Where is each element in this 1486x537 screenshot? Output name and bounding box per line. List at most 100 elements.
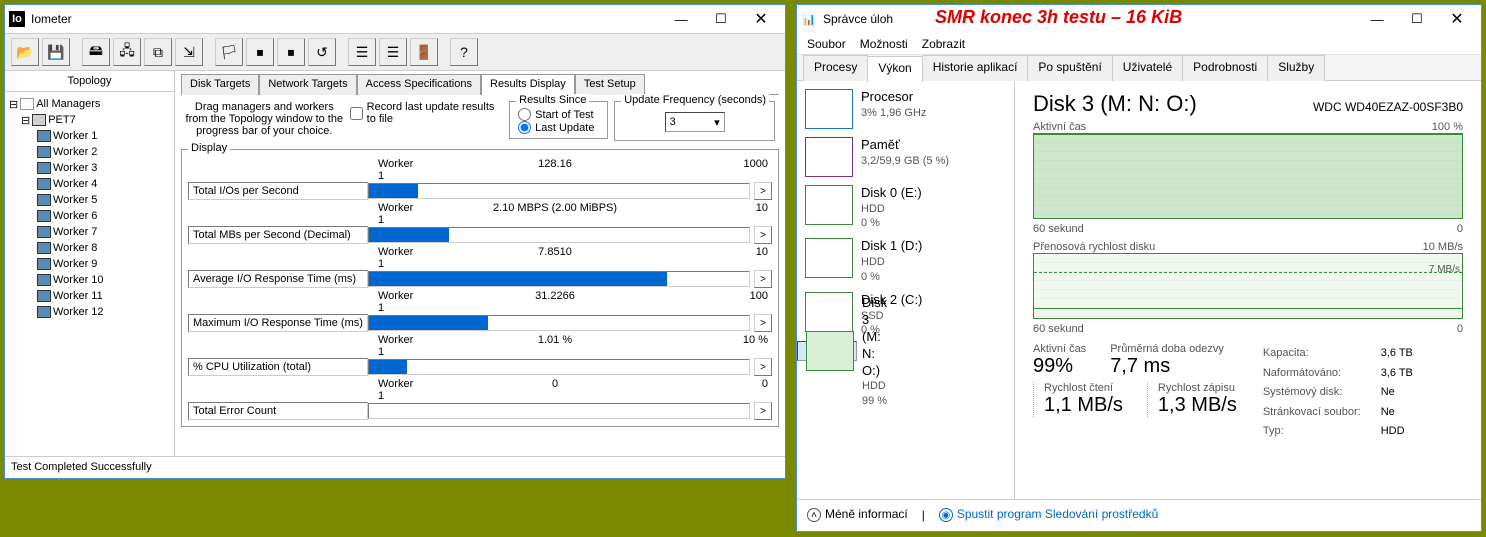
expand-button[interactable]: > bbox=[754, 226, 772, 244]
tab-procesy[interactable]: Procesy bbox=[803, 55, 868, 81]
tree-worker[interactable]: Worker 10 bbox=[37, 272, 170, 288]
menu-soubor[interactable]: Soubor bbox=[807, 37, 846, 51]
metric-bar[interactable] bbox=[368, 315, 750, 331]
metric-row: Worker 12.10 MBPS (2.00 MiBPS)10 Total M… bbox=[188, 202, 772, 244]
worker-icon bbox=[37, 178, 51, 190]
tab-výkon[interactable]: Výkon bbox=[867, 56, 922, 82]
new-disk-icon[interactable]: 🖴 bbox=[82, 38, 110, 66]
worker-icon bbox=[37, 306, 51, 318]
metric-bar[interactable] bbox=[368, 227, 750, 243]
tree-worker[interactable]: Worker 11 bbox=[37, 288, 170, 304]
menu-zobrazit[interactable]: Zobrazit bbox=[922, 37, 965, 51]
prop-row: Naformátováno:3,6 TB bbox=[1263, 365, 1413, 383]
minimize-button[interactable]: — bbox=[661, 6, 701, 32]
host-icon bbox=[32, 114, 46, 126]
prop-row: Typ:HDD bbox=[1263, 423, 1413, 441]
help-icon[interactable]: ? bbox=[450, 38, 478, 66]
tree-worker[interactable]: Worker 4 bbox=[37, 176, 170, 192]
metric-label[interactable]: Total I/Os per Second bbox=[188, 182, 368, 200]
tab-uživatelé[interactable]: Uživatelé bbox=[1112, 55, 1183, 81]
expand-button[interactable]: > bbox=[754, 314, 772, 332]
resource-monitor-link[interactable]: ◉Spustit program Sledování prostředků bbox=[939, 507, 1158, 523]
metric-row: Worker 131.2266100 Maximum I/O Response … bbox=[188, 290, 772, 332]
stop-all-icon[interactable]: ⏹ bbox=[277, 38, 305, 66]
sidebar-item-d1[interactable]: Disk 1 (D:)HDD0 % bbox=[797, 234, 1014, 287]
stop-icon[interactable]: ⏹ bbox=[246, 38, 274, 66]
metric-label[interactable]: Total Error Count bbox=[188, 402, 368, 420]
tree-worker[interactable]: Worker 7 bbox=[37, 224, 170, 240]
left-align-icon[interactable]: ☰ bbox=[348, 38, 376, 66]
tab-access-specifications[interactable]: Access Specifications bbox=[357, 74, 481, 95]
worker-icon bbox=[37, 290, 51, 302]
prop-row: Kapacita:3,6 TB bbox=[1263, 345, 1413, 363]
minimize-button[interactable]: — bbox=[1357, 6, 1397, 32]
new-net-icon[interactable]: 🖧 bbox=[113, 38, 141, 66]
radio-last-update[interactable]: Last Update bbox=[518, 121, 599, 134]
metric-label[interactable]: Total MBs per Second (Decimal) bbox=[188, 226, 368, 244]
thumb-icon bbox=[805, 185, 853, 225]
flag-start-icon[interactable]: 🏳 bbox=[215, 38, 243, 66]
tm-sidebar[interactable]: Procesor3% 1,96 GHzPaměť3,2/59,9 GB (5 %… bbox=[797, 81, 1015, 499]
maximize-button[interactable]: ☐ bbox=[701, 6, 741, 32]
prop-row: Systémový disk:Ne bbox=[1263, 384, 1413, 402]
metric-bar[interactable] bbox=[368, 359, 750, 375]
right-align-icon[interactable]: ☰ bbox=[379, 38, 407, 66]
sidebar-item-d3[interactable]: Disk 3 (M: N: O:)HDD99 % bbox=[797, 341, 857, 361]
tab-po-spuštění[interactable]: Po spuštění bbox=[1027, 55, 1112, 81]
iometer-window: Io Iometer — ☐ ✕ 📂💾🖴🖧⧉⇲🏳⏹⏹↺☰☰🚪? Topology… bbox=[4, 4, 786, 479]
folder-open-icon[interactable]: 📂 bbox=[11, 38, 39, 66]
tree-worker[interactable]: Worker 6 bbox=[37, 208, 170, 224]
reset-icon[interactable]: ↺ bbox=[308, 38, 336, 66]
close-button[interactable]: ✕ bbox=[741, 6, 781, 32]
tree-root[interactable]: ⊟ All Managers bbox=[9, 96, 170, 112]
metric-row: Worker 1128.161000 Total I/Os per Second… bbox=[188, 158, 772, 200]
tree-worker[interactable]: Worker 9 bbox=[37, 256, 170, 272]
tree-worker[interactable]: Worker 5 bbox=[37, 192, 170, 208]
task-manager-window: 📊 Správce úloh — ☐ ✕ SouborMožnostiZobra… bbox=[796, 4, 1482, 532]
sidebar-item-mem[interactable]: Paměť3,2/59,9 GB (5 %) bbox=[797, 133, 1014, 181]
sidebar-item-d0[interactable]: Disk 0 (E:)HDD0 % bbox=[797, 181, 1014, 234]
tree-worker[interactable]: Worker 3 bbox=[37, 160, 170, 176]
tree-host[interactable]: ⊟ PET7 bbox=[21, 112, 170, 128]
tab-disk-targets[interactable]: Disk Targets bbox=[181, 74, 259, 95]
record-checkbox-input[interactable] bbox=[350, 107, 363, 120]
metric-label[interactable]: % CPU Utilization (total) bbox=[188, 358, 368, 376]
tab-test-setup[interactable]: Test Setup bbox=[575, 74, 645, 95]
exit-icon[interactable]: 🚪 bbox=[410, 38, 438, 66]
tree-worker[interactable]: Worker 8 bbox=[37, 240, 170, 256]
radio-start-of-test[interactable]: Start of Test bbox=[518, 108, 599, 121]
stat-active-time: 99% bbox=[1033, 355, 1086, 378]
update-frequency-select[interactable]: 3▾ bbox=[665, 112, 725, 132]
metric-bar[interactable] bbox=[368, 183, 750, 199]
expand-button[interactable]: > bbox=[754, 402, 772, 420]
iometer-toolbar: 📂💾🖴🖧⧉⇲🏳⏹⏹↺☰☰🚪? bbox=[5, 33, 785, 71]
tree-worker[interactable]: Worker 2 bbox=[37, 144, 170, 160]
metric-label[interactable]: Maximum I/O Response Time (ms) bbox=[188, 314, 368, 332]
topology-panel: Topology ⊟ All Managers ⊟ PET7 Worker 1 … bbox=[5, 71, 175, 456]
tab-network-targets[interactable]: Network Targets bbox=[259, 74, 356, 95]
worker-icon bbox=[37, 210, 51, 222]
expand-button[interactable]: > bbox=[754, 358, 772, 376]
tab-results-display[interactable]: Results Display bbox=[481, 74, 575, 95]
tm-tabstrip: ProcesyVýkonHistorie aplikacíPo spuštění… bbox=[797, 55, 1481, 81]
fewer-details-button[interactable]: ˄Méně informací bbox=[807, 507, 908, 523]
save-icon[interactable]: 💾 bbox=[42, 38, 70, 66]
tab-podrobnosti[interactable]: Podrobnosti bbox=[1182, 55, 1268, 81]
expand-button[interactable]: > bbox=[754, 182, 772, 200]
record-checkbox[interactable]: Record last update results to file bbox=[350, 101, 503, 125]
tab-historie-aplikací[interactable]: Historie aplikací bbox=[922, 55, 1029, 81]
expand-button[interactable]: > bbox=[754, 270, 772, 288]
menu-možnosti[interactable]: Možnosti bbox=[860, 37, 908, 51]
worker-icon bbox=[37, 130, 51, 142]
duplicate-icon[interactable]: ⧉ bbox=[144, 38, 172, 66]
metric-label[interactable]: Average I/O Response Time (ms) bbox=[188, 270, 368, 288]
close-button[interactable]: ✕ bbox=[1437, 6, 1477, 32]
tree-worker[interactable]: Worker 12 bbox=[37, 304, 170, 320]
tab-služby[interactable]: Služby bbox=[1267, 55, 1325, 81]
metric-bar[interactable] bbox=[368, 403, 750, 419]
maximize-button[interactable]: ☐ bbox=[1397, 6, 1437, 32]
metric-bar[interactable] bbox=[368, 271, 750, 287]
sidebar-item-cpu[interactable]: Procesor3% 1,96 GHz bbox=[797, 85, 1014, 133]
spread-icon[interactable]: ⇲ bbox=[175, 38, 203, 66]
tree-worker[interactable]: Worker 1 bbox=[37, 128, 170, 144]
